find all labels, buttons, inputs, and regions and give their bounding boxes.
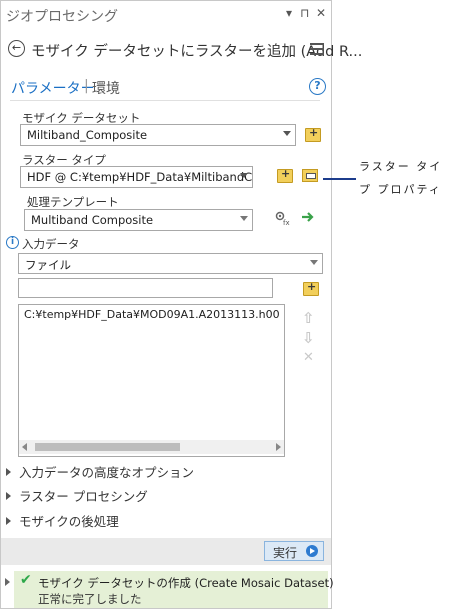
chevron-right-icon: [6, 492, 11, 500]
tab-divider: [10, 100, 320, 101]
tab-separator: |: [84, 78, 89, 94]
raster-type-value: HDF @ C:¥temp¥HDF_Data¥MiltibandCo: [27, 170, 253, 184]
status-tool-title[interactable]: モザイク データセットの作成 (Create Mosaic Dataset): [38, 575, 334, 591]
mosaic-dataset-value: Miltiband_Composite: [27, 128, 148, 142]
list-item[interactable]: C:¥temp¥HDF_Data¥MOD09A1.A2013113.h00v08: [24, 308, 279, 321]
run-button[interactable]: 実行: [264, 541, 324, 561]
chevron-right-icon[interactable]: [5, 578, 10, 586]
svg-text:fx: fx: [283, 219, 290, 226]
play-icon: [306, 545, 318, 557]
browse-folder-icon[interactable]: [277, 167, 293, 183]
remove-icon[interactable]: ✕: [303, 350, 314, 365]
chevron-right-icon: [6, 468, 11, 476]
scrollbar-thumb[interactable]: [35, 443, 180, 451]
input-path-field[interactable]: [18, 278, 273, 298]
pane-title: ジオプロセシング: [6, 9, 118, 25]
processing-template-label: 処理テンプレート: [27, 195, 119, 209]
section-mosaic-post-processing[interactable]: モザイクの後処理: [6, 511, 119, 530]
help-icon[interactable]: ?: [309, 78, 326, 95]
tab-environments[interactable]: 環境: [92, 78, 120, 98]
raster-type-select[interactable]: HDF @ C:¥temp¥HDF_Data¥MiltibandCo: [20, 166, 253, 188]
callout-text-line1: ラスター タイ: [359, 160, 443, 173]
move-up-icon[interactable]: ⇧: [302, 309, 315, 327]
arrow-right-icon[interactable]: [301, 210, 315, 224]
close-icon[interactable]: ✕: [316, 6, 326, 20]
status-text: 正常に完了しました: [38, 592, 142, 606]
menu-icon[interactable]: [310, 43, 324, 58]
chevron-down-icon: [310, 260, 318, 265]
scroll-right-icon[interactable]: [276, 443, 281, 451]
check-icon: ✔: [20, 572, 32, 588]
tab-parameters[interactable]: パラメーター: [11, 78, 95, 98]
chevron-down-icon: [240, 216, 248, 221]
mosaic-dataset-select[interactable]: Miltiband_Composite: [20, 124, 296, 146]
chevron-right-icon: [6, 517, 11, 525]
raster-type-properties-icon[interactable]: [302, 169, 318, 182]
callout-line: [323, 178, 356, 180]
browse-folder-icon[interactable]: [305, 126, 321, 142]
input-type-select[interactable]: ファイル: [18, 253, 323, 274]
chevron-down-icon: [283, 131, 291, 136]
scroll-left-icon[interactable]: [22, 443, 27, 451]
input-data-list[interactable]: [18, 304, 285, 457]
move-down-icon[interactable]: ⇩: [302, 329, 315, 347]
input-type-value: ファイル: [25, 258, 71, 272]
pane-options-icon[interactable]: ▾: [286, 6, 292, 20]
processing-template-value: Multiband Composite: [31, 213, 154, 227]
input-data-label: 入力データ: [22, 237, 80, 251]
chevron-down-icon: [240, 173, 248, 178]
back-button[interactable]: ←: [8, 40, 25, 57]
processing-template-select[interactable]: Multiband Composite: [24, 209, 253, 231]
function-editor-icon[interactable]: fx: [275, 210, 291, 227]
section-advanced-input-options[interactable]: 入力データの高度なオプション: [6, 462, 194, 481]
section-raster-processing[interactable]: ラスター プロセシング: [6, 486, 148, 505]
callout-text-line2: プ プロパティ: [359, 183, 442, 196]
pin-icon[interactable]: ⊓: [300, 6, 309, 20]
browse-folder-icon[interactable]: [303, 280, 319, 296]
info-icon: i: [6, 236, 19, 249]
